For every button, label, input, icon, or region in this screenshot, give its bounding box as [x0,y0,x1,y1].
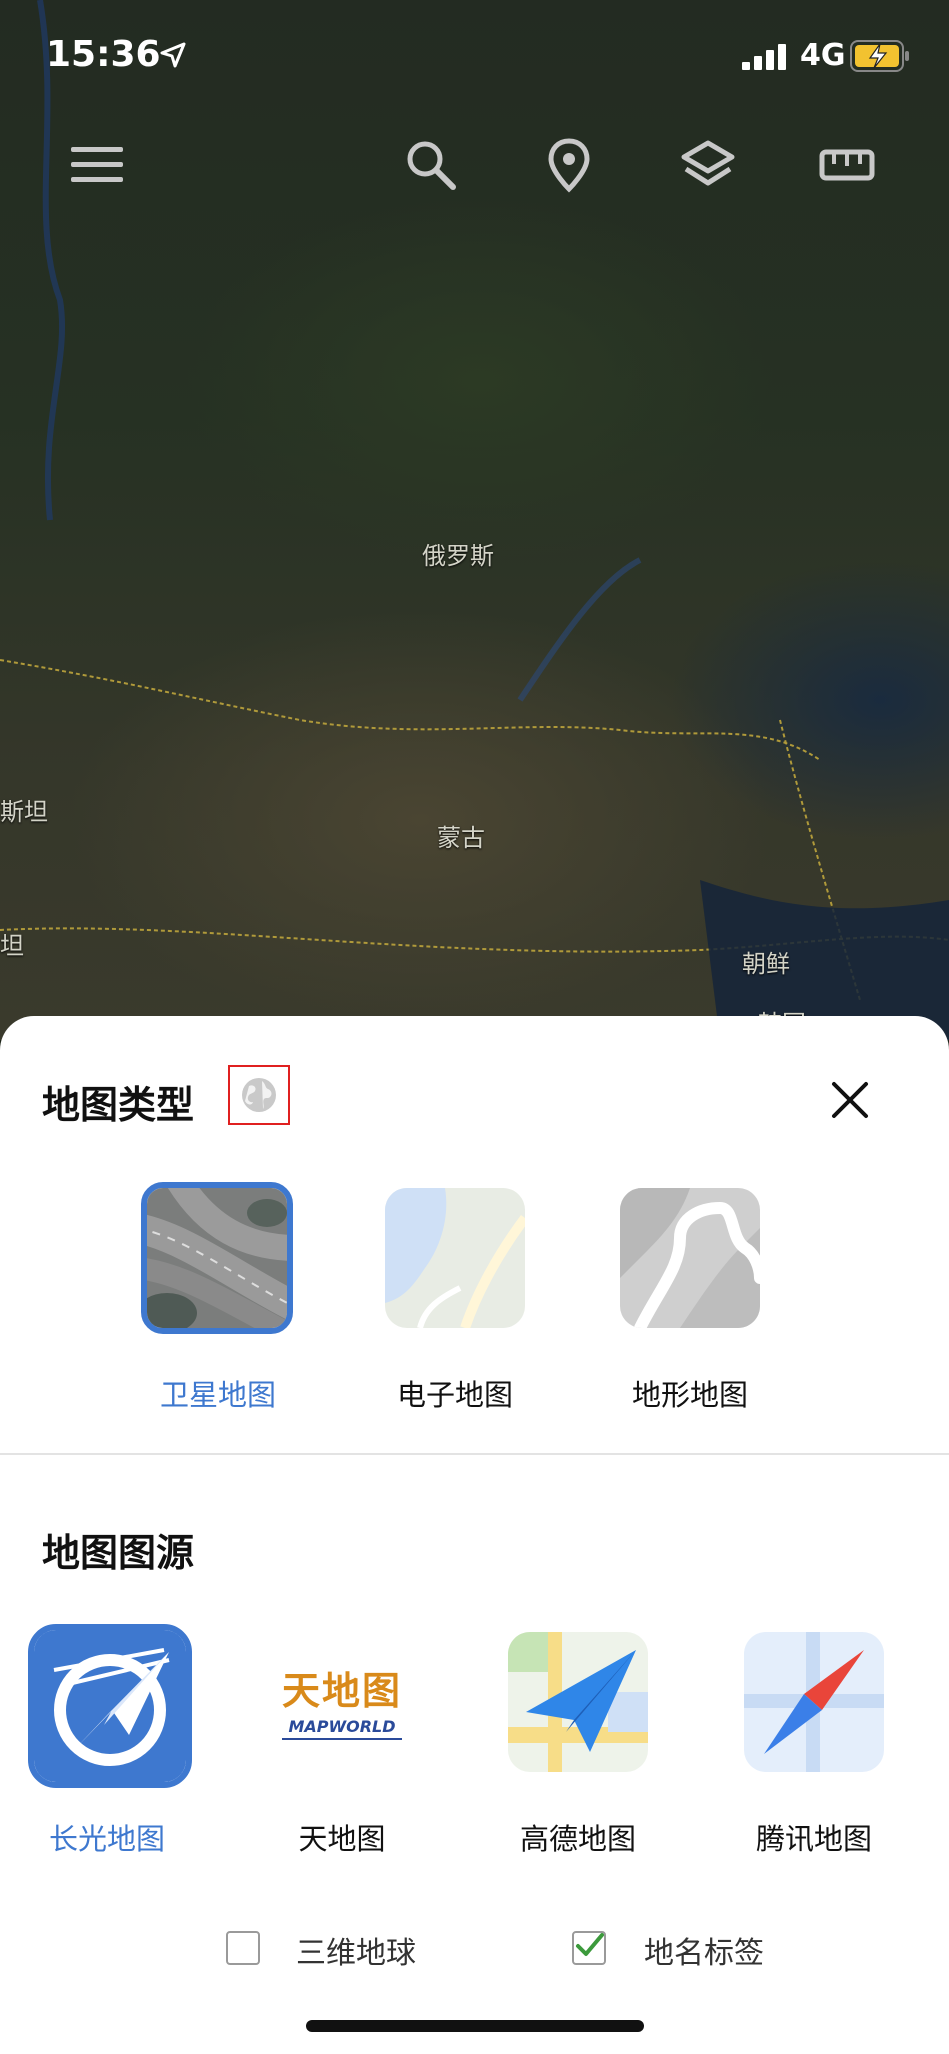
home-indicator [306,2020,644,2032]
status-bar: 15:36 4G [0,0,949,100]
map-label-korea-north: 朝鲜 [742,950,790,978]
layers-icon[interactable] [673,130,743,200]
source-amap-logo[interactable] [508,1632,648,1772]
search-icon[interactable] [396,130,466,200]
battery-charging-icon [850,40,909,72]
map-type-label-terrain[interactable]: 地形地图 [590,1372,790,1414]
location-arrow-icon [160,42,186,68]
map-type-title: 地图类型 [42,1083,195,1127]
place-labels-label[interactable]: 地名标签 [644,1928,764,1972]
map-label-russia: 俄罗斯 [422,542,494,570]
terrain-thumbnail-image [620,1188,760,1328]
status-time: 15:36 [46,34,161,75]
map-label-mongolia: 蒙古 [437,824,485,852]
globe-icon [242,1078,276,1112]
location-pin-icon[interactable] [534,130,604,200]
map-source-title: 地图图源 [42,1531,195,1575]
tianditu-logo-subtext: MAPWORLD [288,1717,396,1736]
map-type-terrain-thumbnail[interactable] [620,1188,760,1328]
menu-icon[interactable] [62,130,132,200]
3d-globe-label[interactable]: 三维地球 [296,1928,416,1972]
map-type-satellite-thumbnail[interactable] [141,1182,293,1334]
signal-icon [742,44,786,70]
source-changguang-logo[interactable] [28,1624,192,1788]
section-divider [0,1453,949,1455]
map-label-west-1: 斯坦 [0,798,48,826]
map-label-west-2: 坦 [0,932,24,960]
close-icon [832,1082,868,1118]
source-label-changguang[interactable]: 长光地图 [7,1816,207,1858]
source-label-tencent[interactable]: 腾讯地图 [714,1816,914,1858]
satellite-thumbnail-image [147,1188,287,1328]
electronic-thumbnail-image [385,1188,525,1328]
tencent-logo-image [744,1632,884,1772]
checkmark-icon [576,1933,604,1956]
ruler-icon[interactable] [812,130,882,200]
place-labels-checkbox[interactable] [572,1931,606,1965]
tianditu-logo-underline [282,1738,402,1740]
network-type: 4G [800,38,846,73]
changguang-logo-image [34,1630,186,1782]
map-type-label-satellite[interactable]: 卫星地图 [118,1372,318,1414]
3d-globe-checkbox[interactable] [226,1931,260,1965]
globe-button[interactable] [228,1065,290,1125]
source-tianditu-logo[interactable]: 天地图 MAPWORLD [272,1660,412,1740]
amap-logo-image [508,1632,648,1772]
close-button[interactable] [820,1070,880,1130]
source-label-tianditu[interactable]: 天地图 [242,1816,442,1858]
map-view[interactable]: 俄罗斯 蒙古 朝鲜 斯坦 坦 韩国 [0,0,949,1040]
map-type-label-electronic[interactable]: 电子地图 [355,1372,555,1414]
source-label-amap[interactable]: 高德地图 [478,1816,678,1858]
source-tencent-logo[interactable] [744,1632,884,1772]
map-type-electronic-thumbnail[interactable] [385,1188,525,1328]
tianditu-logo-text: 天地图 [281,1668,402,1713]
map-terrain [0,0,949,1040]
